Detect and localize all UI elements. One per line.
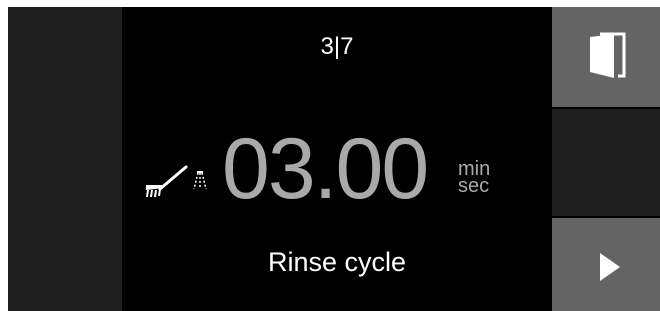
next-button[interactable] bbox=[552, 218, 660, 311]
step-counter: 3|7 bbox=[320, 33, 354, 60]
appliance-display: 3|7 03.00 min sec Rinse cycle bbox=[8, 7, 660, 311]
timer-row: 03.00 min sec bbox=[122, 121, 552, 217]
empty-button-slot bbox=[552, 109, 660, 216]
brush-spray-icon bbox=[142, 163, 212, 203]
time-units: min sec bbox=[458, 159, 490, 197]
time-unit-seconds: sec bbox=[458, 175, 490, 197]
right-panel bbox=[552, 7, 660, 311]
remaining-time: 03.00 bbox=[222, 121, 429, 217]
main-panel: 3|7 03.00 min sec Rinse cycle bbox=[122, 7, 552, 311]
door-button[interactable] bbox=[552, 7, 660, 107]
program-name: Rinse cycle bbox=[267, 247, 407, 277]
left-panel bbox=[8, 7, 122, 311]
